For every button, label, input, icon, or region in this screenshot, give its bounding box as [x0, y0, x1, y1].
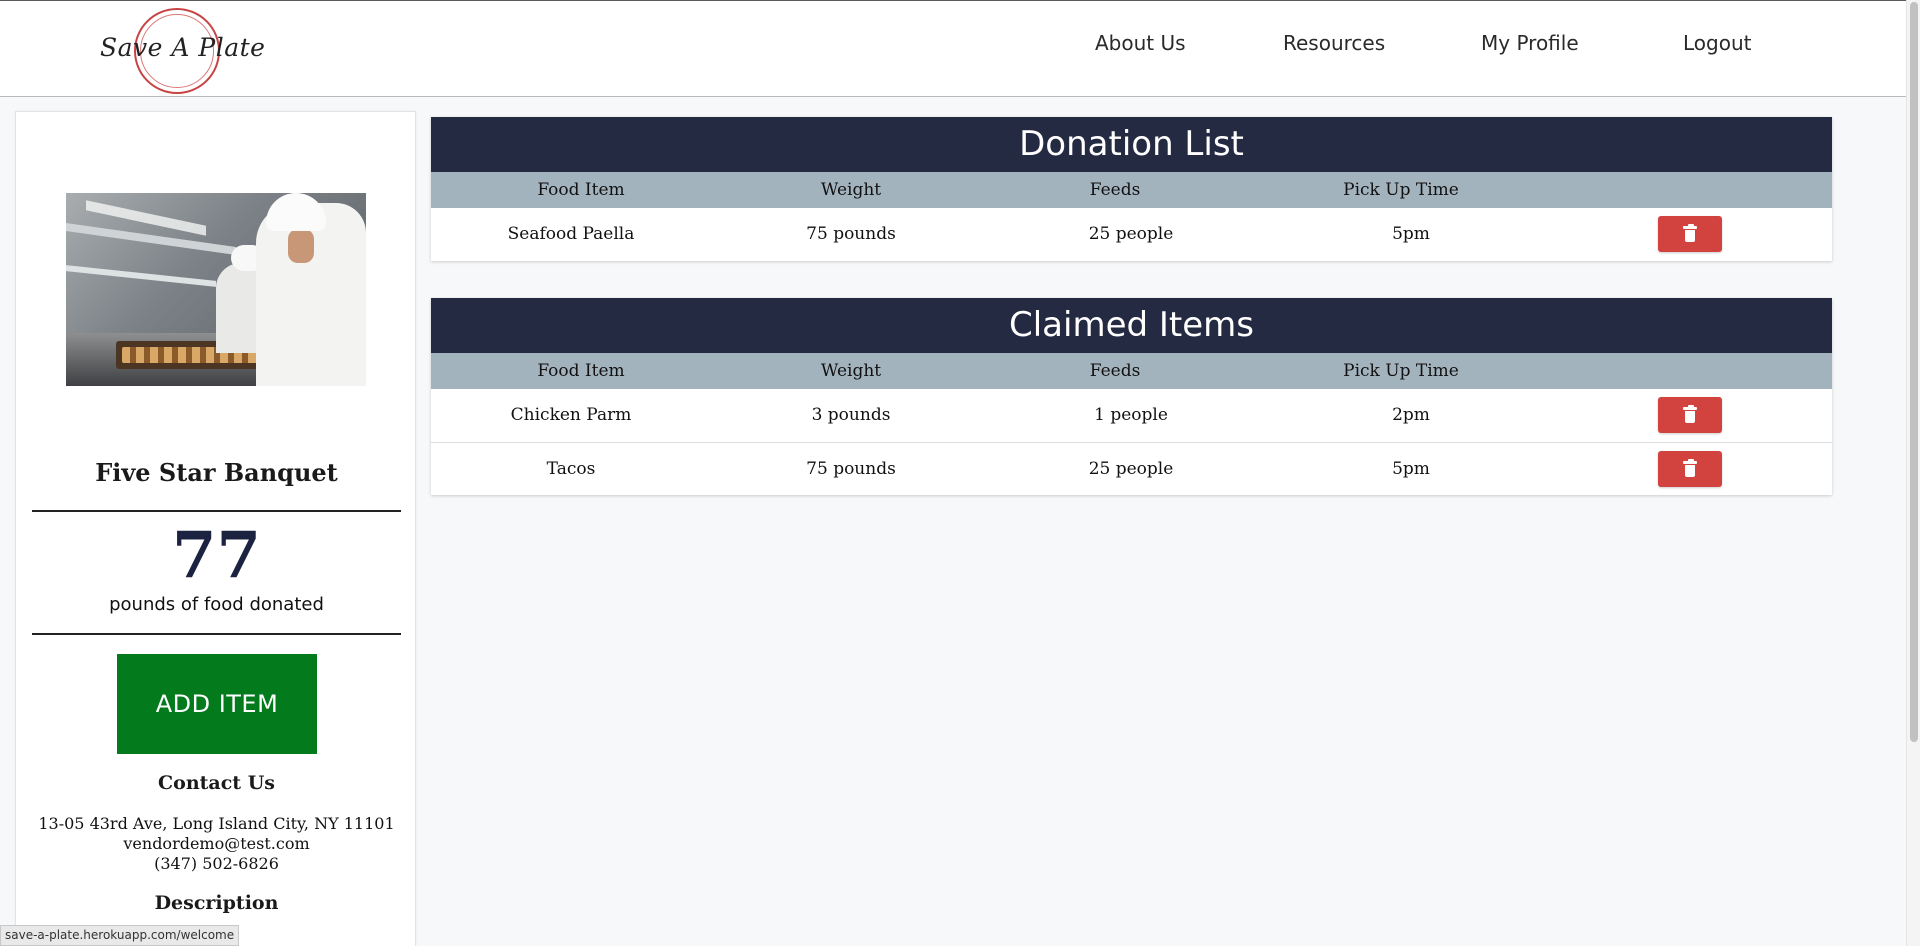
table-row: Chicken Parm 3 pounds 1 people 2pm	[431, 389, 1832, 442]
trash-icon	[1683, 224, 1697, 242]
donation-list-title: Donation List	[431, 117, 1832, 172]
column-header-pick-up-time: Pick Up Time	[1343, 361, 1459, 381]
page-scrollbar[interactable]	[1906, 0, 1920, 946]
column-header-feeds: Feeds	[1089, 361, 1141, 381]
top-navbar: Save A Plate About Us Resources My Profi…	[0, 0, 1906, 97]
vendor-name: Five Star Banquet	[95, 458, 338, 487]
nav-my-profile[interactable]: My Profile	[1481, 31, 1579, 55]
table-row: Seafood Paella 75 pounds 25 people 5pm	[431, 208, 1832, 261]
cell-pick-up-time: 5pm	[1392, 224, 1430, 244]
pounds-donated-label: pounds of food donated	[109, 594, 324, 615]
table-row: Tacos 75 pounds 25 people 5pm	[431, 442, 1832, 495]
divider	[32, 510, 401, 512]
cell-weight: 75 pounds	[806, 459, 896, 479]
cell-food-item: Seafood Paella	[507, 224, 635, 244]
add-item-button[interactable]: ADD ITEM	[117, 654, 317, 754]
column-header-pick-up-time: Pick Up Time	[1343, 180, 1459, 200]
claimed-items-table: Claimed Items Food Item Weight Feeds Pic…	[431, 298, 1832, 495]
claimed-items-title: Claimed Items	[431, 298, 1832, 353]
pounds-donated-count: 77	[171, 518, 262, 593]
nav-logout[interactable]: Logout	[1683, 31, 1751, 55]
trash-icon	[1683, 459, 1697, 477]
trash-icon	[1683, 405, 1697, 423]
cell-pick-up-time: 2pm	[1392, 405, 1430, 425]
divider	[32, 633, 401, 635]
vendor-profile-panel: Five Star Banquet 77 pounds of food dona…	[15, 111, 416, 946]
vendor-phone: (347) 502-6826	[154, 854, 279, 873]
description-heading: Description	[154, 892, 279, 914]
nav-about-us[interactable]: About Us	[1095, 31, 1186, 55]
vendor-address: 13-05 43rd Ave, Long Island City, NY 111…	[38, 814, 395, 833]
save-a-plate-logo[interactable]: Save A Plate	[96, 5, 265, 95]
delete-button[interactable]	[1658, 397, 1722, 433]
status-bar-url: save-a-plate.herokuapp.com/welcome	[0, 925, 240, 946]
scrollbar-thumb[interactable]	[1910, 2, 1918, 742]
vendor-email: vendordemo@test.com	[123, 834, 310, 853]
vendor-photo	[66, 193, 366, 386]
column-header-weight: Weight	[820, 180, 882, 200]
donation-list-table: Donation List Food Item Weight Feeds Pic…	[431, 117, 1832, 261]
cell-weight: 3 pounds	[811, 405, 891, 425]
donation-list-header-row: Food Item Weight Feeds Pick Up Time	[431, 172, 1832, 208]
logo-text: Save A Plate	[100, 33, 266, 62]
cell-feeds: 25 people	[1088, 224, 1174, 244]
contact-us-heading: Contact Us	[158, 772, 275, 794]
cell-feeds: 25 people	[1088, 459, 1174, 479]
column-header-food-item: Food Item	[537, 361, 625, 381]
cell-food-item: Chicken Parm	[510, 405, 632, 425]
cell-weight: 75 pounds	[806, 224, 896, 244]
cell-pick-up-time: 5pm	[1392, 459, 1430, 479]
column-header-food-item: Food Item	[537, 180, 625, 200]
column-header-weight: Weight	[820, 361, 882, 381]
delete-button[interactable]	[1658, 216, 1722, 252]
claimed-items-header-row: Food Item Weight Feeds Pick Up Time	[431, 353, 1832, 389]
delete-button[interactable]	[1658, 451, 1722, 487]
cell-food-item: Tacos	[546, 459, 596, 479]
cell-feeds: 1 people	[1094, 405, 1168, 425]
column-header-feeds: Feeds	[1089, 180, 1141, 200]
nav-resources[interactable]: Resources	[1283, 31, 1385, 55]
